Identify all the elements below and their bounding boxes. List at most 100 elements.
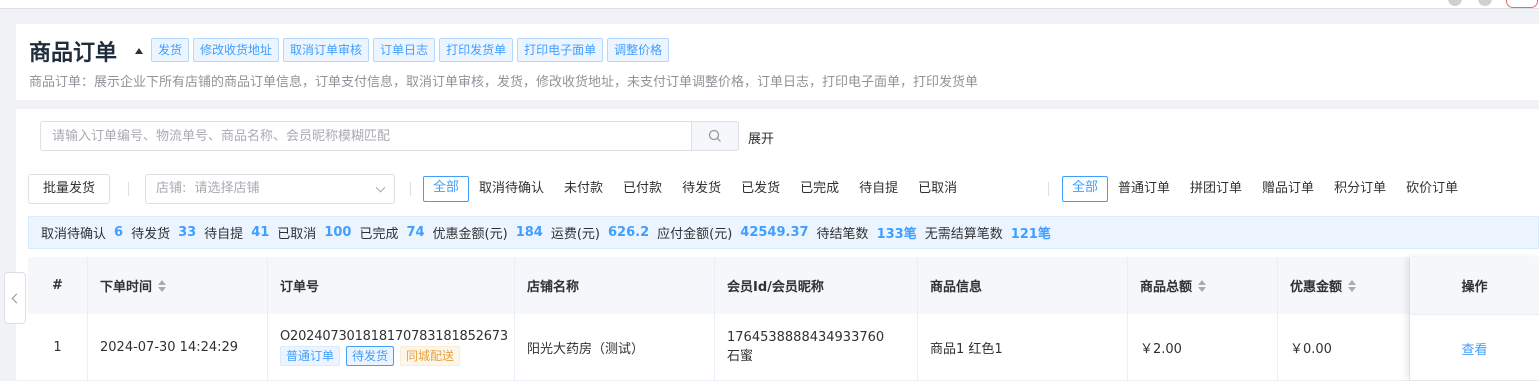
type-tab-gift[interactable]: 赠品订单 (1252, 177, 1324, 201)
col-actions: 操作 (1410, 257, 1539, 315)
col-discount-label: 优惠金额 (1290, 280, 1343, 295)
status-tab-shipped[interactable]: 已发货 (731, 177, 790, 201)
stat-label: 已完成 (359, 227, 399, 242)
chevron-down-icon (375, 182, 386, 193)
row-goods: 商品1 红色1 (918, 314, 1128, 380)
type-tab-bargain[interactable]: 砍价订单 (1396, 177, 1468, 201)
filter-row: 批量发货 店铺: 请选择店铺 全部 取消待确认 未付款 已付款 待发货 已发货 … (28, 174, 1539, 204)
col-order-time-label: 下单时间 (100, 280, 153, 295)
stat-value: 626.2 (608, 225, 650, 240)
ship-button[interactable]: 发货 (151, 38, 190, 62)
col-total-label: 商品总额 (1140, 280, 1193, 295)
table-row[interactable]: 1 2024-07-30 14:24:29 O20240730181817078… (28, 314, 1539, 381)
status-tab-cancel-pending[interactable]: 取消待确认 (469, 177, 554, 201)
stat-label: 待结笔数 (816, 227, 869, 242)
row-shop: 阳光大药房（测试） (515, 314, 715, 380)
col-discount[interactable]: 优惠金额 (1278, 257, 1410, 314)
stat-value: 6 (114, 225, 124, 240)
col-total[interactable]: 商品总额 (1128, 257, 1278, 314)
bulk-ship-button[interactable]: 批量发货 (28, 174, 111, 204)
stat-value: 100 (324, 225, 352, 240)
stat-label: 应付金额(元) (657, 227, 733, 242)
status-tab-completed[interactable]: 已完成 (790, 177, 849, 201)
type-tab-points[interactable]: 积分订单 (1324, 177, 1396, 201)
search-icon (708, 129, 721, 142)
status-tabs: 全部 取消待确认 未付款 已付款 待发货 已发货 已完成 待自提 已取消 (423, 176, 967, 202)
window-control-icon[interactable] (1448, 0, 1462, 6)
type-tabs: 全部 普通订单 拼团订单 赠品订单 积分订单 砍价订单 (1062, 176, 1468, 202)
header-action-buttons: 发货 修改收货地址 取消订单审核 订单日志 打印发货单 打印电子面单 调整价格 (151, 38, 670, 62)
col-order-no: 订单号 (268, 257, 515, 314)
sidebar-toggle[interactable] (4, 272, 26, 324)
delivery-type-tag: 同城配送 (400, 345, 461, 366)
chevron-left-icon (11, 293, 22, 303)
edit-address-button[interactable]: 修改收货地址 (193, 38, 280, 62)
table-header: # 下单时间 订单号 店铺名称 会员Id/会员昵称 商品信息 商品总额 优惠金额 (28, 257, 1539, 315)
stat-label: 无需结算笔数 (924, 227, 1003, 242)
shop-select-placeholder: 请选择店铺 (194, 181, 260, 196)
sort-icon[interactable] (1348, 279, 1357, 292)
col-index: # (28, 257, 88, 314)
row-order-time: 2024-07-30 14:24:29 (88, 314, 268, 380)
stats-bar: 取消待确认 6 待发货 33 待自提 41 已取消 100 已完成 74 优惠金额(元) 1… (28, 216, 1539, 249)
print-invoice-button[interactable]: 打印发货单 (439, 38, 514, 62)
sort-icon[interactable] (158, 279, 167, 292)
row-member-name: 石蜜 (727, 349, 754, 364)
type-tab-normal[interactable]: 普通订单 (1108, 177, 1180, 201)
col-member: 会员Id/会员昵称 (715, 257, 918, 314)
row-actions: 查看 (1410, 315, 1539, 381)
stat-value: 121笔 (1010, 227, 1051, 242)
row-index: 1 (28, 314, 88, 380)
order-status-tag: 待发货 (346, 345, 395, 366)
stat-value: 42549.37 (740, 225, 809, 240)
row-member: 1764538888434933760 石蜜 (715, 314, 918, 380)
window-control-button[interactable] (1506, 0, 1538, 8)
stat-value: 184 (515, 225, 543, 240)
cancel-review-button[interactable]: 取消订单审核 (283, 38, 370, 62)
page-description: 商品订单：展示企业下所有店铺的商品订单信息，订单支付信息，取消订单审核，发货，修… (29, 75, 979, 90)
view-link[interactable]: 查看 (1461, 339, 1487, 358)
type-tab-all[interactable]: 全部 (1062, 176, 1109, 202)
row-discount: ￥0.00 (1278, 314, 1410, 380)
page-header: 商品订单 发货 修改收货地址 取消订单审核 订单日志 打印发货单 打印电子面单 … (16, 24, 1539, 100)
stat-label: 优惠金额(元) (432, 227, 508, 242)
search-input[interactable] (40, 121, 692, 151)
stat-label: 取消待确认 (41, 227, 107, 242)
order-tags: 普通订单 待发货 同城配送 (280, 345, 508, 366)
stat-value: 133笔 (876, 227, 917, 242)
adjust-price-button[interactable]: 调整价格 (607, 38, 670, 62)
row-total: ￥2.00 (1128, 314, 1278, 380)
stat-label: 待自提 (204, 227, 244, 242)
order-log-button[interactable]: 订单日志 (373, 38, 436, 62)
section-divider (16, 100, 1539, 109)
status-tab-pickup[interactable]: 待自提 (849, 177, 908, 201)
stat-value: 41 (251, 225, 270, 240)
expand-link[interactable]: 展开 (748, 128, 774, 147)
status-tab-all[interactable]: 全部 (423, 176, 470, 202)
window-control-icon[interactable] (1478, 0, 1492, 6)
status-tab-unpaid[interactable]: 未付款 (554, 177, 613, 201)
ops-column: 操作 查看 (1410, 257, 1539, 380)
stat-value: 74 (406, 225, 425, 240)
separator (1048, 182, 1049, 196)
row-order-no: O202407301818170783181852673 (280, 328, 508, 344)
type-tab-group[interactable]: 拼团订单 (1180, 177, 1252, 201)
col-order-time[interactable]: 下单时间 (88, 257, 268, 314)
stat-label: 已取消 (277, 227, 317, 242)
shop-select-label: 店铺: (156, 181, 187, 196)
search-button[interactable] (692, 121, 739, 151)
sort-icon[interactable] (1198, 279, 1207, 292)
status-tab-to-ship[interactable]: 待发货 (672, 177, 731, 201)
status-tab-paid[interactable]: 已付款 (613, 177, 672, 201)
separator (410, 182, 411, 196)
print-waybill-button[interactable]: 打印电子面单 (517, 38, 604, 62)
col-shop: 店铺名称 (515, 257, 715, 314)
status-tab-cancelled[interactable]: 已取消 (908, 177, 967, 201)
browser-top-strip (0, 0, 1539, 9)
stat-label: 运费(元) (550, 227, 600, 242)
shop-select[interactable]: 店铺: 请选择店铺 (145, 174, 395, 204)
page-title: 商品订单 (29, 41, 118, 66)
row-order-no-cell: O202407301818170783181852673 普通订单 待发货 同城… (268, 314, 515, 380)
caret-up-icon[interactable] (135, 48, 143, 54)
row-member-id: 1764538888434933760 (727, 330, 885, 345)
